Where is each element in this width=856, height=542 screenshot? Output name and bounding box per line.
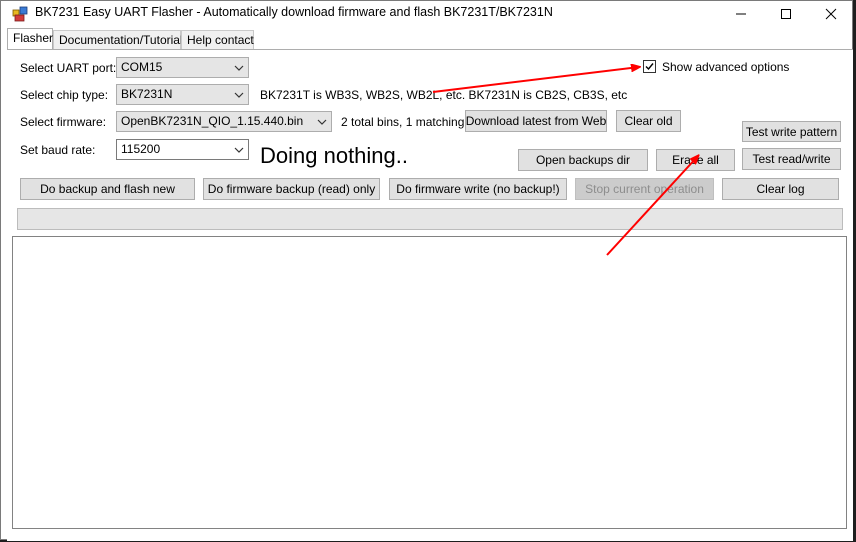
clear-log-button[interactable]: Clear log bbox=[722, 178, 839, 200]
clear-old-button[interactable]: Clear old bbox=[616, 110, 681, 132]
baud-rate-label: Set baud rate: bbox=[20, 143, 96, 157]
app-icon bbox=[12, 6, 28, 22]
stop-operation-button[interactable]: Stop current operation bbox=[575, 178, 714, 200]
chip-type-label: Select chip type: bbox=[20, 88, 109, 102]
uart-port-value: COM15 bbox=[121, 60, 163, 74]
erase-all-button[interactable]: Erase all bbox=[656, 149, 735, 171]
chip-type-note: BK7231T is WB3S, WB2S, WB2L, etc. BK7231… bbox=[260, 88, 628, 102]
close-icon bbox=[825, 8, 837, 20]
log-content bbox=[13, 237, 846, 243]
show-advanced-checkbox[interactable] bbox=[643, 60, 656, 73]
checkmark-icon bbox=[645, 63, 654, 71]
close-button[interactable] bbox=[808, 1, 854, 27]
tab-help-contact[interactable]: Help contact bbox=[181, 30, 254, 49]
minimize-button[interactable] bbox=[718, 1, 764, 27]
chevron-down-icon bbox=[234, 140, 244, 159]
minimize-icon bbox=[736, 13, 746, 15]
maximize-button[interactable] bbox=[763, 1, 809, 27]
firmware-value: OpenBK7231N_QIO_1.15.440.bin bbox=[121, 114, 304, 128]
backup-and-flash-button[interactable]: Do backup and flash new bbox=[20, 178, 195, 200]
firmware-backup-button[interactable]: Do firmware backup (read) only bbox=[203, 178, 380, 200]
chip-type-value: BK7231N bbox=[121, 87, 173, 101]
chip-type-select[interactable]: BK7231N bbox=[116, 84, 249, 105]
test-write-pattern-button[interactable]: Test write pattern bbox=[742, 121, 841, 142]
show-advanced-label: Show advanced options bbox=[662, 60, 790, 74]
test-read-write-button[interactable]: Test read/write bbox=[742, 148, 841, 170]
firmware-label: Select firmware: bbox=[20, 115, 107, 129]
download-latest-button[interactable]: Download latest from Web bbox=[465, 110, 607, 132]
chevron-down-icon bbox=[317, 112, 327, 131]
title-bar: BK7231 Easy UART Flasher - Automatically… bbox=[1, 1, 852, 27]
baud-rate-value: 115200 bbox=[121, 142, 161, 156]
firmware-note: 2 total bins, 1 matching. bbox=[341, 115, 468, 129]
firmware-select[interactable]: OpenBK7231N_QIO_1.15.440.bin bbox=[116, 111, 332, 132]
chevron-down-icon bbox=[234, 85, 244, 104]
maximize-icon bbox=[781, 9, 791, 19]
firmware-write-button[interactable]: Do firmware write (no backup!) bbox=[389, 178, 567, 200]
status-text: Doing nothing.. bbox=[260, 143, 408, 168]
uart-port-label: Select UART port: bbox=[20, 61, 117, 75]
tab-documentation[interactable]: Documentation/Tutorials bbox=[53, 30, 189, 49]
baud-rate-input[interactable]: 115200 bbox=[116, 139, 249, 160]
log-textbox[interactable] bbox=[12, 236, 847, 529]
tab-flasher[interactable]: Flasher bbox=[7, 28, 53, 49]
open-backups-dir-button[interactable]: Open backups dir bbox=[518, 149, 648, 171]
app-window: BK7231 Easy UART Flasher - Automatically… bbox=[0, 0, 854, 541]
window-title: BK7231 Easy UART Flasher - Automatically… bbox=[35, 5, 553, 19]
uart-port-select[interactable]: COM15 bbox=[116, 57, 249, 78]
chevron-down-icon bbox=[234, 58, 244, 77]
progress-bar bbox=[17, 208, 843, 230]
